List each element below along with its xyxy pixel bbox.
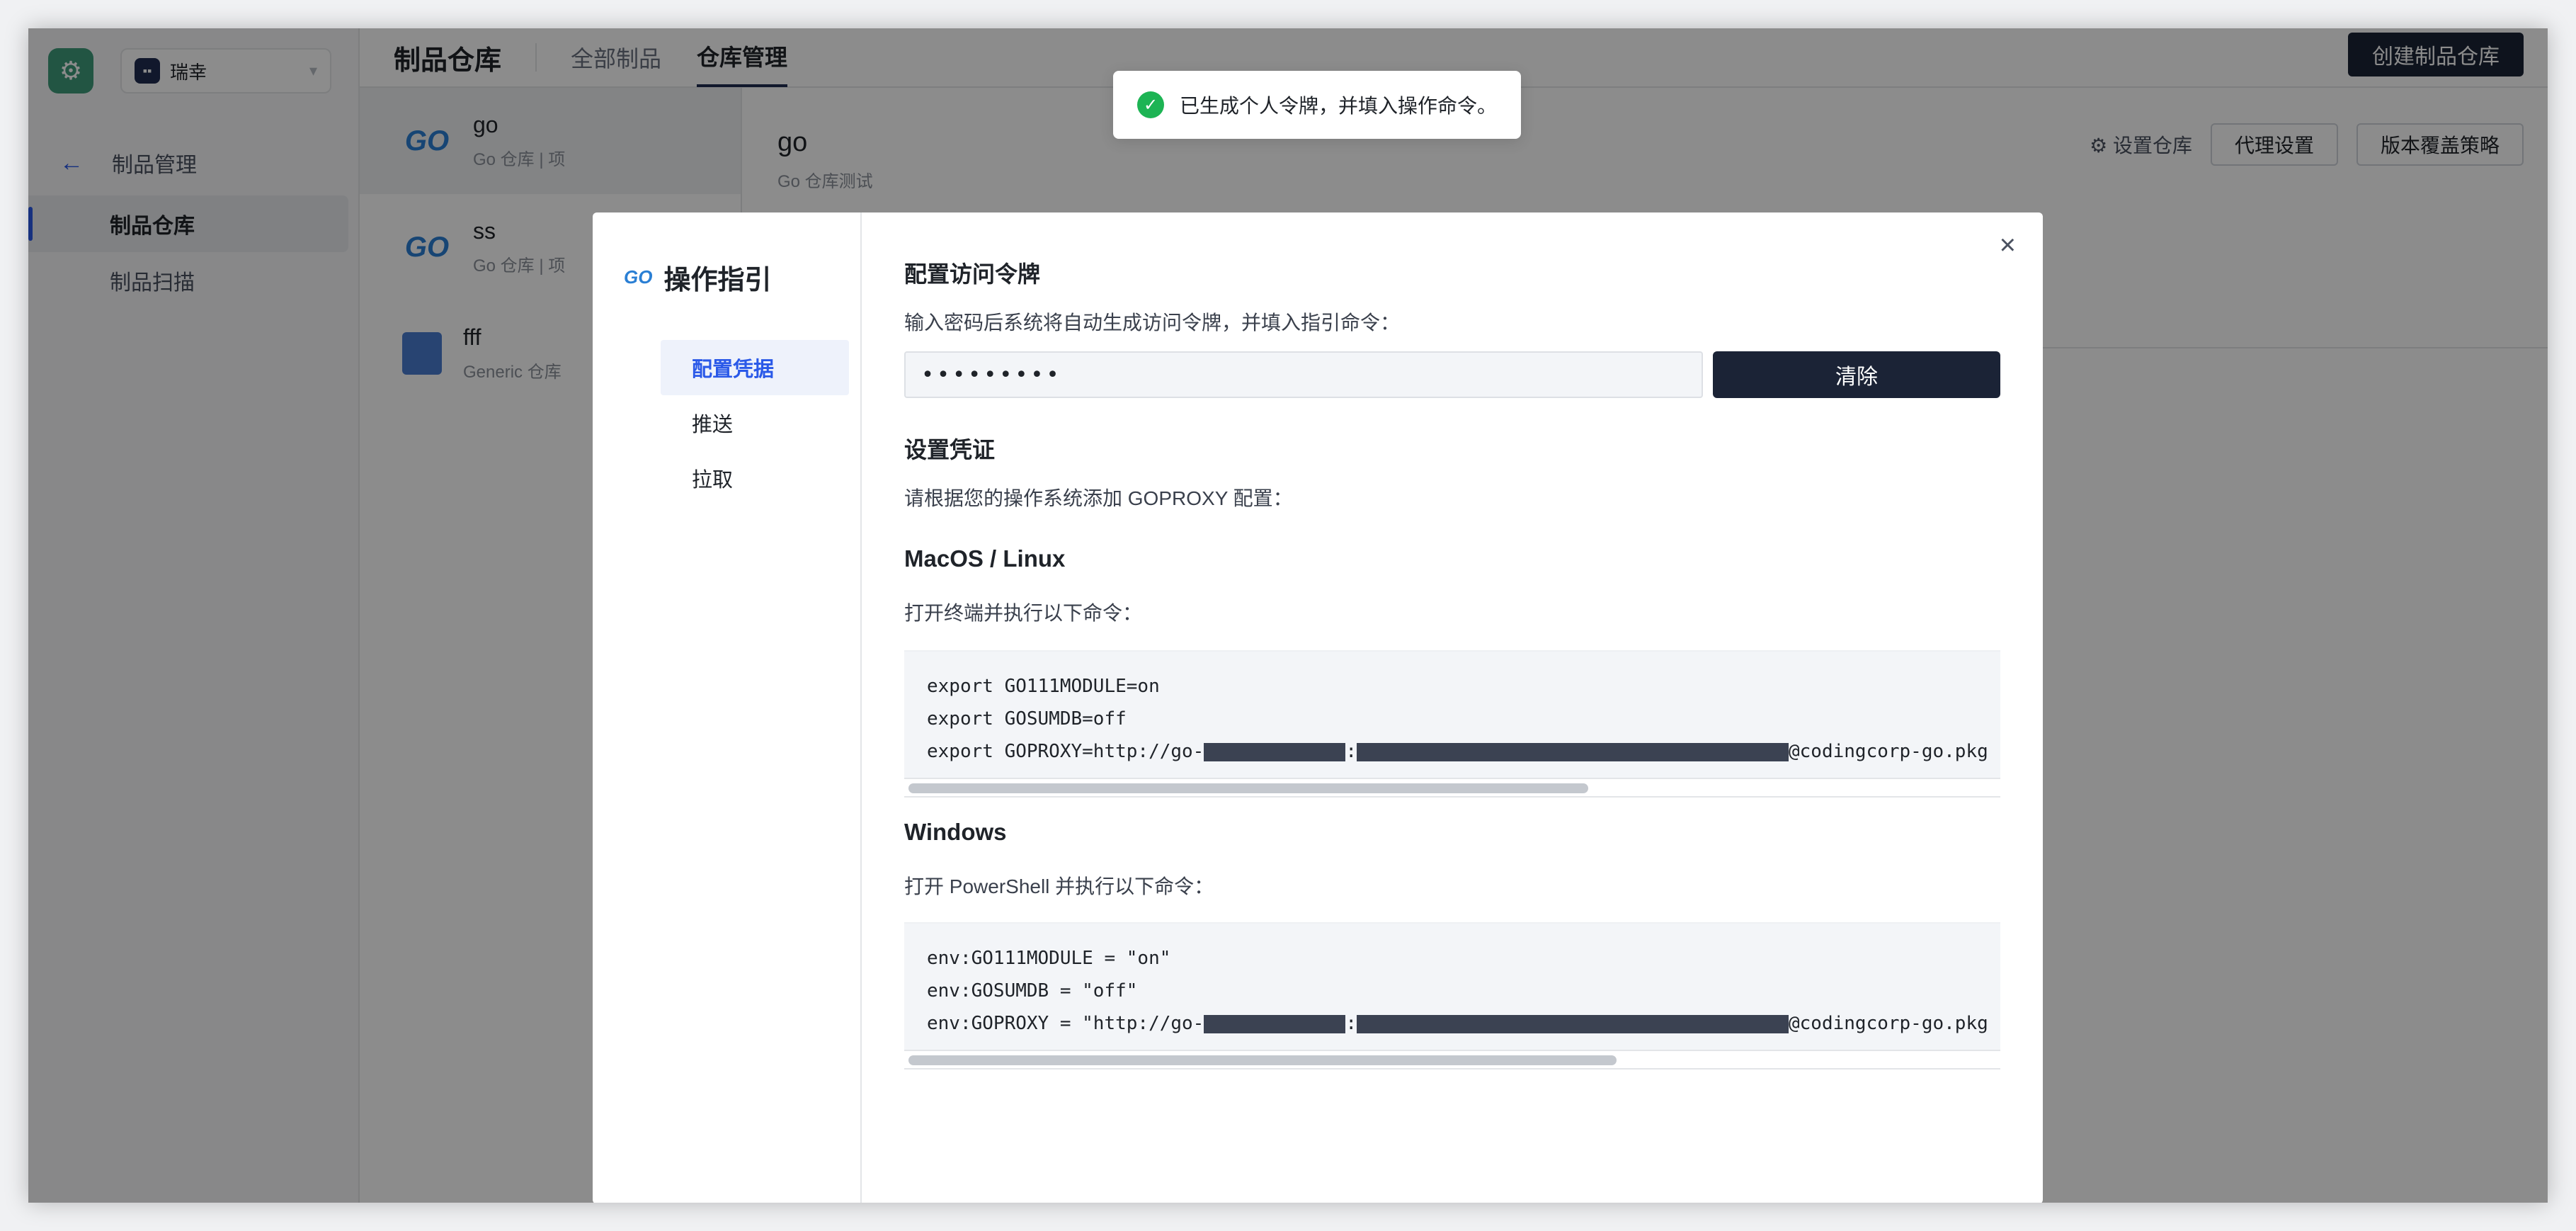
- token-desc: 输入密码后系统将自动生成访问令牌，并填入指引命令：: [904, 312, 1401, 334]
- redacted-text: [1204, 1014, 1346, 1033]
- clear-button[interactable]: 清除: [1713, 351, 2000, 398]
- check-circle-icon: ✓: [1137, 91, 1164, 118]
- code-line: export GOPROXY=http://go-: @codingcorp-go…: [927, 741, 1988, 762]
- close-icon[interactable]: ×: [2000, 229, 2016, 261]
- password-input[interactable]: [904, 351, 1703, 398]
- horizontal-scrollbar[interactable]: [904, 778, 2000, 798]
- redacted-text: [1357, 742, 1789, 761]
- credential-desc: 请根据您的操作系统添加 GOPROXY 配置：: [904, 487, 1293, 509]
- credential-heading: 设置凭证: [904, 437, 996, 463]
- scrollbar-thumb[interactable]: [908, 1055, 1617, 1065]
- guide-nav-pull[interactable]: 拉取: [661, 450, 849, 506]
- macos-code-block[interactable]: export GO111MODULE=on export GOSUMDB=off…: [904, 650, 2000, 798]
- go-icon: GO: [624, 266, 653, 288]
- code-line: export GOSUMDB=off: [927, 708, 1127, 730]
- success-toast: ✓ 已生成个人令牌，并填入操作命令。: [1113, 71, 1521, 139]
- token-heading: 配置访问令牌: [904, 261, 1041, 287]
- guide-title: 操作指引: [663, 266, 772, 295]
- redacted-text: [1204, 742, 1346, 761]
- windows-desc: 打开 PowerShell 并执行以下命令：: [904, 875, 1214, 897]
- code-lines: env:GO111MODULE = "on" env:GOSUMDB = "of…: [904, 924, 2000, 1040]
- windows-code-block[interactable]: env:GO111MODULE = "on" env:GOSUMDB = "of…: [904, 922, 2000, 1070]
- guide-modal: GO 操作指引 配置凭据 推送 拉取 × 配置访问令牌 输入密码后系统将自动生成…: [593, 212, 2043, 1203]
- windows-heading: Windows: [904, 819, 1007, 845]
- app-window: ⚙ ▪▪ 瑞幸 ▾ ← 制品管理 制品仓库 制品扫描 制品仓库 全部制品 仓库管…: [28, 28, 2548, 1203]
- scrollbar-thumb[interactable]: [908, 783, 1588, 793]
- code-line: env:GO111MODULE = "on": [927, 948, 1171, 969]
- horizontal-scrollbar[interactable]: [904, 1050, 2000, 1070]
- macos-heading: MacOS / Linux: [904, 545, 1066, 572]
- redacted-text: [1357, 1014, 1789, 1033]
- toast-message: 已生成个人令牌，并填入操作命令。: [1180, 95, 1498, 117]
- macos-desc: 打开终端并执行以下命令：: [904, 602, 1143, 624]
- code-line: export GO111MODULE=on: [927, 676, 1160, 697]
- guide-nav: GO 操作指引 配置凭据 推送 拉取: [593, 212, 862, 1203]
- code-line: env:GOSUMDB = "off": [927, 980, 1138, 1002]
- guide-title-row: GO 操作指引: [624, 258, 771, 297]
- guide-nav-credentials[interactable]: 配置凭据: [661, 340, 849, 395]
- code-line: env:GOPROXY = "http://go-: @codingcorp-go…: [927, 1013, 1988, 1034]
- guide-nav-push[interactable]: 推送: [661, 395, 849, 450]
- code-lines: export GO111MODULE=on export GOSUMDB=off…: [904, 652, 2000, 768]
